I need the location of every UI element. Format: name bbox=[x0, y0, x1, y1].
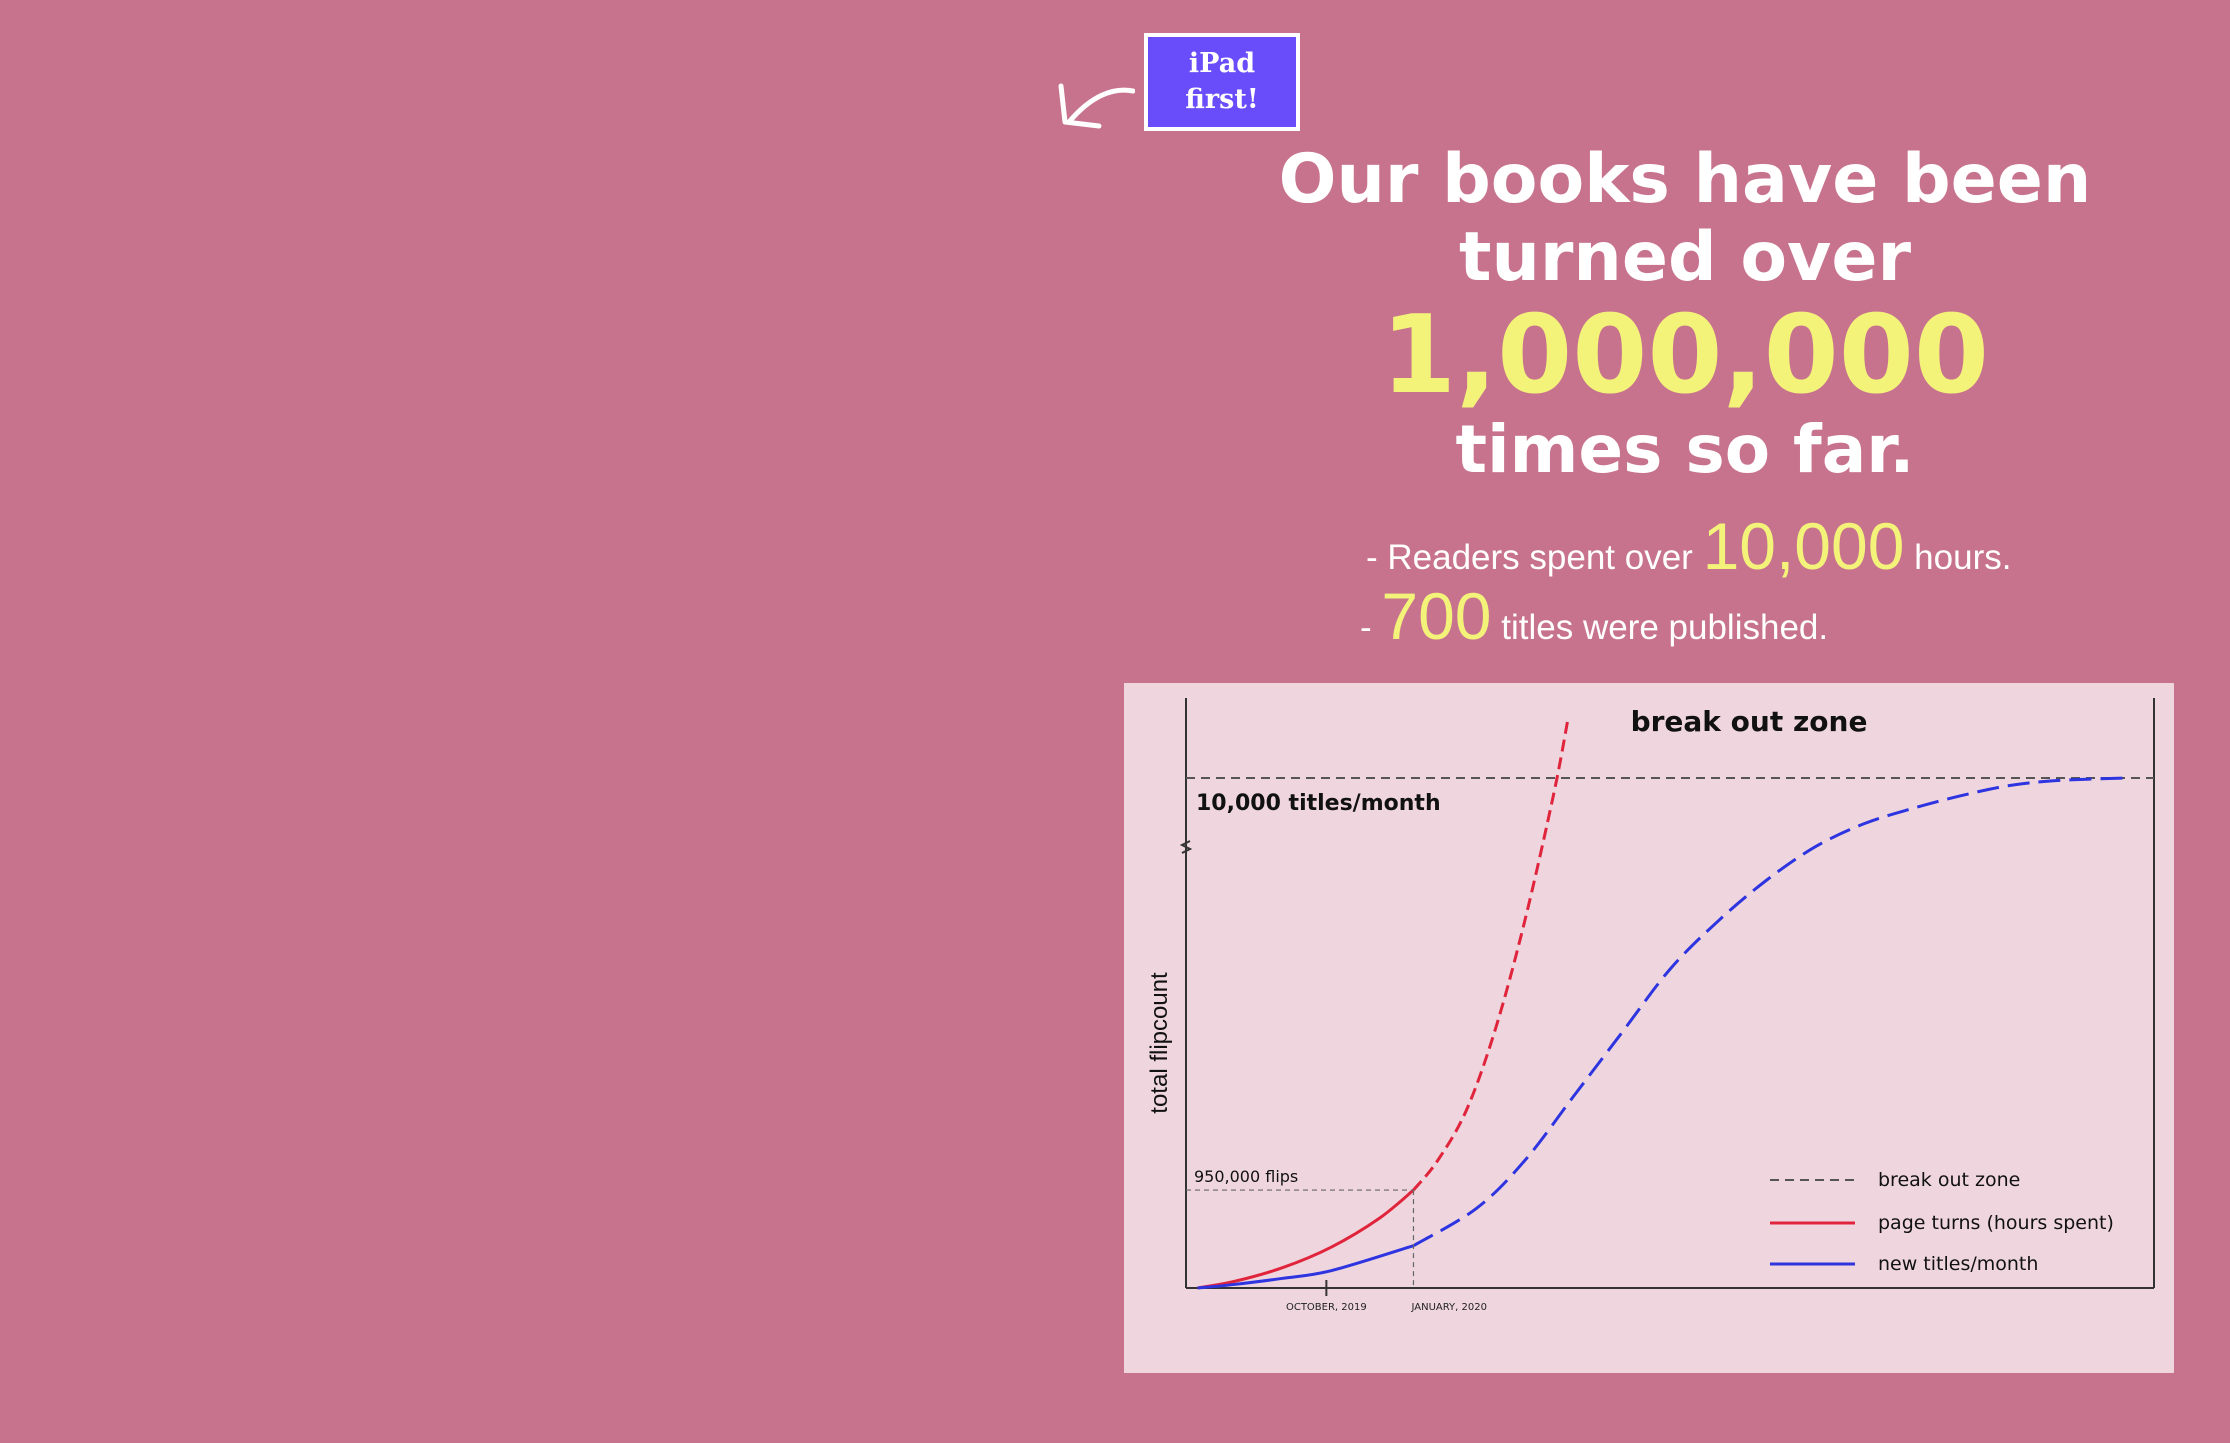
stat-titles-suffix: titles were published. bbox=[1501, 608, 1829, 647]
series-page-turns-hours-spent--solid bbox=[1197, 1188, 1415, 1290]
legend-label: new titles/month bbox=[1878, 1253, 2038, 1275]
x-tick-label: JANUARY, 2020 bbox=[1410, 1302, 1486, 1313]
x-tick-label: OCTOBER, 2019 bbox=[1286, 1302, 1367, 1313]
chart-annotations: 950,000 flips 10,000 titles/month break ou… bbox=[1186, 705, 1867, 1288]
stat-hours-value: 10,000 bbox=[1702, 509, 1905, 583]
stat-hours-prefix: - Readers spent over bbox=[1366, 538, 1693, 577]
headline-line-2: turned over bbox=[1458, 218, 1912, 297]
hand-drawn-arrow-icon bbox=[1058, 83, 1135, 129]
point-label: 950,000 flips bbox=[1194, 1167, 1298, 1186]
headline-line-1: Our books have been bbox=[1278, 140, 2092, 219]
stat-hours: - Readers spent over 10,000 hours. bbox=[1366, 508, 2011, 584]
growth-chart-svg: total flipcount OCTOBER, 2019 JANUARY, 202… bbox=[1146, 698, 2155, 1313]
growth-chart: total flipcount OCTOBER, 2019 JANUARY, 202… bbox=[1124, 683, 2174, 1373]
headline-line-3: times so far. bbox=[1455, 411, 1915, 488]
stat-hours-suffix: hours. bbox=[1914, 538, 2012, 577]
y-axis-label: total flipcount bbox=[1146, 972, 1173, 1114]
stat-titles-value: 700 bbox=[1381, 579, 1492, 653]
series-page-turns-hours-spent--dashed bbox=[1412, 716, 1570, 1192]
threshold-label: 10,000 titles/month bbox=[1196, 791, 1441, 816]
axis-break-icon bbox=[1179, 840, 1193, 854]
chart-legend: break out zone page turns (hours spent) ne… bbox=[1770, 1169, 2114, 1275]
zone-label: break out zone bbox=[1631, 705, 1868, 738]
legend-label: page turns (hours spent) bbox=[1878, 1212, 2114, 1234]
legend-label: break out zone bbox=[1878, 1169, 2020, 1191]
stat-titles-prefix: - bbox=[1360, 608, 1372, 647]
stat-titles: - 700 titles were published. bbox=[1360, 578, 1828, 654]
ipad-first-badge: iPad first! bbox=[1144, 33, 1300, 131]
headline-big-number: 1,000,000 bbox=[1380, 293, 1990, 418]
badge-text: iPad first! bbox=[1148, 37, 1296, 127]
